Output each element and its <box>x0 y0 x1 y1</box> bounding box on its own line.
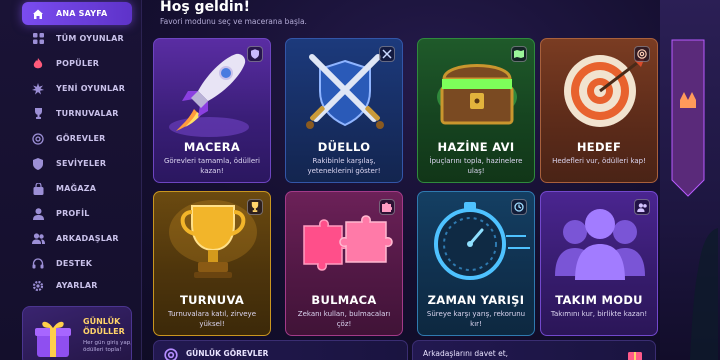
target-icon <box>164 347 178 360</box>
sidebar-item-label: POPÜLER <box>56 59 100 68</box>
mode-card-title: HAZİNE AVI <box>437 140 515 154</box>
mode-card-turnuva[interactable]: TURNUVA Turnuvalara katıl, zirveye yükse… <box>153 191 271 336</box>
mode-card-zaman-yarisi[interactable]: ZAMAN YARIŞI Süreye karşı yarış, rekorun… <box>417 191 535 336</box>
sidebar-item-label: AYARLAR <box>56 281 98 290</box>
mode-card-description: Takımını kur, birlikte kazan! <box>550 310 648 318</box>
sidebar-item-popular[interactable]: POPÜLER <box>22 52 132 75</box>
mode-card-description: Turnuvalara katıl, zirveye yüksel! <box>167 310 257 328</box>
swords-icon <box>379 46 395 62</box>
mode-card-description: Zekanı kullan, bulmacaları çöz! <box>297 310 391 328</box>
mode-card-hedef[interactable]: HEDEF Hedefleri vur, ödülleri kap! <box>540 38 658 183</box>
sidebar-item-label: MAĞAZA <box>56 184 97 193</box>
clock-icon <box>511 199 527 215</box>
sidebar-item-profile[interactable]: PROFİL <box>22 202 132 225</box>
gift-icon <box>627 346 643 360</box>
trophy-icon <box>30 108 46 119</box>
mode-card-title: HEDEF <box>576 140 622 154</box>
target-icon <box>30 132 46 145</box>
invite-friends-panel[interactable]: Arkadaşlarını davet et, <box>412 340 656 360</box>
mode-card-macera[interactable]: MACERA Görevleri tamamla, ödülleri kazan… <box>153 38 271 183</box>
gear-icon <box>30 280 46 292</box>
sidebar-item-home[interactable]: ANA SAYFA <box>22 2 132 25</box>
mode-card-title: TURNUVA <box>179 293 245 307</box>
grid-icon <box>30 33 46 44</box>
background-decor <box>660 0 720 360</box>
sidebar-item-label: DESTEK <box>56 259 93 268</box>
mode-card-duello[interactable]: DÜELLO Rakibinle karşılaş, yeteneklerini… <box>285 38 403 183</box>
sidebar-item-label: TURNUVALAR <box>56 109 119 118</box>
daily-rewards-title: GÜNLÜK ÖDÜLLER <box>83 317 125 336</box>
sidebar-item-support[interactable]: DESTEK <box>22 252 132 275</box>
mode-card-title: DÜELLO <box>317 140 371 154</box>
mode-card-description: İpuçlarını topla, hazinelere ulaş! <box>429 157 523 175</box>
daily-rewards-card[interactable]: GÜNLÜK ÖDÜLLER Her gün giriş yap, ödülle… <box>22 306 132 360</box>
sidebar: ANA SAYFA TÜM OYUNLAR POPÜLER YENİ OYUNL… <box>0 0 142 360</box>
sidebar-item-label: ARKADAŞLAR <box>56 234 119 243</box>
invite-text: Arkadaşlarını davet et, <box>423 349 509 358</box>
mode-card-bulmaca[interactable]: BULMACA Zekanı kullan, bulmacaları çöz! <box>285 191 403 336</box>
bag-icon <box>30 182 46 195</box>
shield-icon <box>30 157 46 170</box>
headset-icon <box>30 257 46 270</box>
mode-card-title: TAKIM MODU <box>555 293 643 307</box>
daily-tasks-title: GÜNLÜK GÖREVLER <box>186 349 269 358</box>
mode-card-hazine-avi[interactable]: HAZİNE AVI İpuçlarını topla, hazinelere … <box>417 38 535 183</box>
puzzle-icon <box>379 199 395 215</box>
mode-card-description: Süreye karşı yarış, rekorunu kır! <box>426 310 526 328</box>
shield-icon <box>247 46 263 62</box>
sidebar-item-label: GÖREVLER <box>56 134 106 143</box>
sidebar-item-new-games[interactable]: YENİ OYUNLAR <box>22 77 132 100</box>
users-icon <box>30 233 46 244</box>
mode-card-takim-modu[interactable]: TAKIM MODU Takımını kur, birlikte kazan! <box>540 191 658 336</box>
mode-card-description: Görevleri tamamla, ödülleri kazan! <box>163 157 260 175</box>
sidebar-item-settings[interactable]: AYARLAR <box>22 274 132 297</box>
gift-icon <box>31 315 75 360</box>
burst-icon <box>30 82 46 95</box>
user-icon <box>30 207 46 220</box>
sidebar-item-label: TÜM OYUNLAR <box>56 34 124 43</box>
mode-card-description: Rakibinle karşılaş, yeteneklerini göster… <box>307 157 381 175</box>
sidebar-item-levels[interactable]: SEVİYELER <box>22 152 132 175</box>
sidebar-item-label: ANA SAYFA <box>56 9 108 18</box>
page-subtitle: Favori modunu seç ve macerana başla. <box>160 17 307 26</box>
sidebar-item-tournaments[interactable]: TURNUVALAR <box>22 102 132 125</box>
flame-icon <box>30 57 46 70</box>
map-icon <box>511 46 527 62</box>
mode-card-title: ZAMAN YARIŞI <box>427 293 525 307</box>
sidebar-item-store[interactable]: MAĞAZA <box>22 177 132 200</box>
sidebar-item-label: PROFİL <box>56 209 90 218</box>
sidebar-item-quests[interactable]: GÖREVLER <box>22 127 132 150</box>
mode-card-title: MACERA <box>183 140 241 154</box>
page-title: Hoş geldin! <box>160 0 251 15</box>
mode-card-description: Hedefleri vur, ödülleri kap! <box>552 157 646 165</box>
sidebar-item-label: YENİ OYUNLAR <box>56 84 126 93</box>
sidebar-item-friends[interactable]: ARKADAŞLAR <box>22 227 132 250</box>
home-icon <box>30 8 46 20</box>
daily-rewards-subtitle: Her gün giriş yap, ödülleri topla! <box>83 340 132 353</box>
sidebar-item-all-games[interactable]: TÜM OYUNLAR <box>22 27 132 50</box>
mode-card-title: BULMACA <box>311 293 377 307</box>
trophy-icon <box>247 199 263 215</box>
users-icon <box>634 199 650 215</box>
target-icon <box>634 46 650 62</box>
sidebar-item-label: SEVİYELER <box>56 159 107 168</box>
daily-tasks-panel[interactable]: GÜNLÜK GÖREVLER <box>153 340 408 360</box>
